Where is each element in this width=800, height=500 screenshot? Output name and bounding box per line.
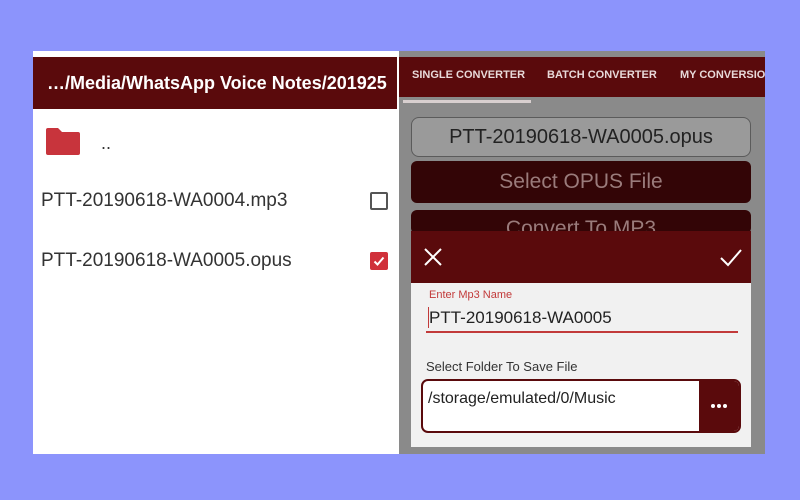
file-name: PTT-20190618-WA0005.opus (41, 250, 292, 271)
browse-folder-button[interactable] (699, 381, 739, 431)
close-icon[interactable] (422, 246, 444, 268)
save-dialog: Enter Mp3 Name PTT-20190618-WA0005 Selec… (411, 283, 751, 447)
file-checkbox-checked[interactable] (370, 252, 388, 270)
file-browser-panel: …/Media/WhatsApp Voice Notes/201925 .. P… (33, 51, 397, 454)
browser-header: …/Media/WhatsApp Voice Notes/201925 (33, 57, 397, 109)
mp3-name-label: Enter Mp3 Name (429, 289, 513, 301)
file-name: PTT-20190618-WA0004.mp3 (41, 190, 288, 211)
save-folder-label: Select Folder To Save File (426, 359, 578, 374)
input-underline (426, 331, 738, 333)
more-dots-icon (717, 404, 721, 408)
tab-bar: SINGLE CONVERTER BATCH CONVERTER MY CONV… (399, 57, 765, 103)
parent-folder-label: .. (101, 133, 112, 153)
folder-icon (46, 128, 80, 155)
checkmark-icon (373, 256, 385, 266)
active-tab-indicator (403, 100, 531, 103)
more-dots-icon (723, 404, 727, 408)
more-dots-icon (711, 404, 715, 408)
file-checkbox[interactable] (370, 192, 388, 210)
tab-single-converter[interactable]: SINGLE CONVERTER (412, 69, 525, 81)
parent-folder-row[interactable]: .. (33, 111, 397, 171)
save-folder-path: /storage/emulated/0/Music (428, 390, 616, 407)
save-folder-field[interactable]: /storage/emulated/0/Music (421, 379, 741, 433)
tab-my-conversions[interactable]: MY CONVERSIONS (680, 69, 765, 81)
dialog-toolbar (411, 231, 751, 283)
file-row[interactable]: PTT-20190618-WA0004.mp3 (33, 173, 397, 229)
converter-panel: SINGLE CONVERTER BATCH CONVERTER MY CONV… (399, 51, 765, 454)
current-path-title: …/Media/WhatsApp Voice Notes/201925 (47, 73, 387, 93)
select-opus-file-button[interactable]: Select OPUS File (411, 161, 751, 203)
tab-batch-converter[interactable]: BATCH CONVERTER (547, 69, 657, 81)
selected-file-display: PTT-20190618-WA0005.opus (411, 117, 751, 157)
check-icon[interactable] (719, 246, 743, 268)
file-row[interactable]: PTT-20190618-WA0005.opus (33, 233, 397, 289)
mp3-name-input[interactable]: PTT-20190618-WA0005 (429, 308, 612, 328)
